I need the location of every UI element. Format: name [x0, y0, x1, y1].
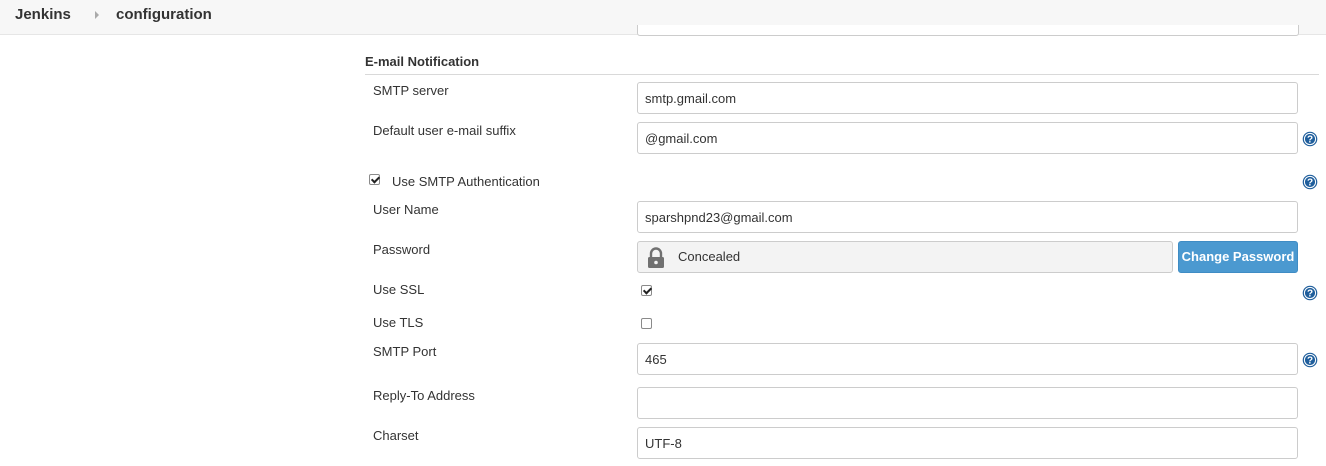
reply-to-label: Reply-To Address [373, 388, 475, 403]
charset-input[interactable] [637, 427, 1298, 459]
user-name-input[interactable] [637, 201, 1298, 233]
password-field: Concealed [637, 241, 1173, 273]
use-ssl-label: Use SSL [373, 282, 425, 297]
user-name-label: User Name [373, 202, 439, 217]
help-icon[interactable]: ? [1302, 131, 1318, 147]
chevron-right-icon [95, 11, 99, 19]
svg-text:?: ? [1307, 356, 1313, 367]
password-label: Password [373, 242, 431, 257]
section-title: E-mail Notification [365, 54, 480, 69]
previous-field-edge [637, 25, 1299, 36]
lock-icon [648, 247, 664, 268]
use-smtp-auth-label: Use SMTP Authentication [392, 174, 540, 189]
smtp-port-input[interactable] [637, 343, 1298, 375]
use-tls-checkbox[interactable] [641, 318, 652, 329]
svg-text:?: ? [1307, 135, 1313, 146]
password-concealed-text: Concealed [678, 249, 741, 264]
breadcrumb-configuration-link[interactable]: configuration [116, 6, 212, 23]
help-icon[interactable]: ? [1302, 352, 1318, 368]
charset-label: Charset [373, 428, 419, 443]
help-icon[interactable]: ? [1302, 174, 1318, 190]
change-password-button[interactable]: Change Password [1178, 241, 1298, 273]
reply-to-input[interactable] [637, 387, 1298, 419]
smtp-server-label: SMTP server [373, 83, 449, 98]
use-tls-label: Use TLS [373, 315, 424, 330]
section-divider [365, 74, 1319, 75]
use-smtp-auth-checkbox[interactable] [369, 174, 380, 185]
smtp-server-input[interactable] [637, 82, 1298, 114]
breadcrumb-jenkins-link[interactable]: Jenkins [15, 6, 71, 23]
default-suffix-label: Default user e-mail suffix [373, 123, 516, 138]
svg-text:?: ? [1307, 178, 1313, 189]
default-suffix-input[interactable] [637, 122, 1298, 154]
help-icon[interactable]: ? [1302, 285, 1318, 301]
smtp-port-label: SMTP Port [373, 344, 437, 359]
svg-text:?: ? [1307, 289, 1313, 300]
use-ssl-checkbox[interactable] [641, 285, 652, 296]
